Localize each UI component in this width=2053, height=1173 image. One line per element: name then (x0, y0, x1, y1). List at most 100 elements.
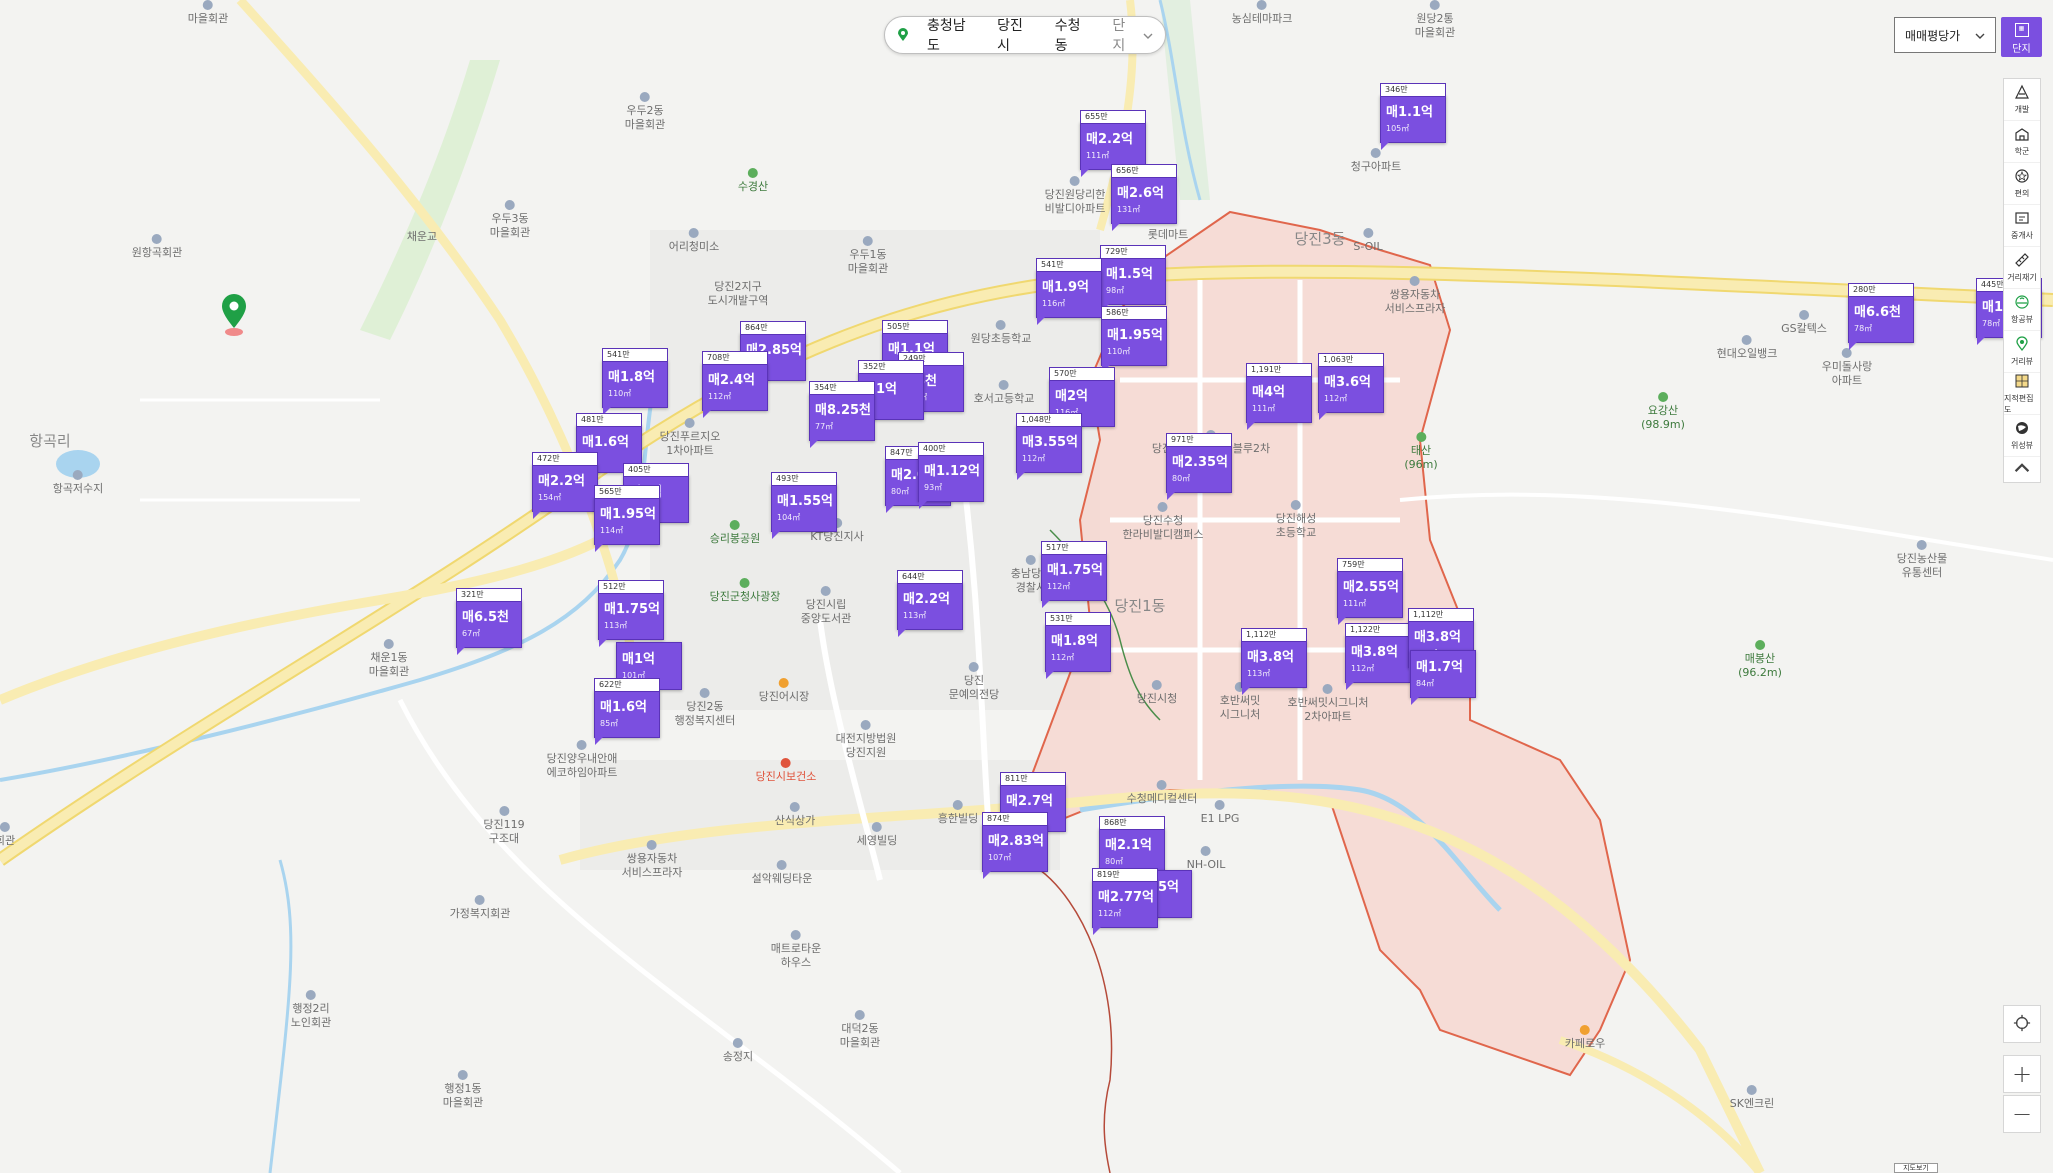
place-label[interactable]: 당진시청 (1137, 680, 1177, 706)
complex-price-marker[interactable]: 656만 매2.6억 131㎡ (1111, 164, 1177, 231)
place-label[interactable]: 당진어시장 (759, 678, 809, 704)
place-label[interactable]: 마을회관 (188, 0, 228, 26)
place-label[interactable]: 당진해성 초등학교 (1276, 500, 1316, 540)
place-label[interactable]: 당진 문예의전당 (949, 662, 999, 702)
place-label[interactable]: 호반써밋 시그니처 (1220, 682, 1260, 722)
place-label[interactable]: 설악웨딩타운 (752, 860, 812, 886)
tool-development[interactable]: 개발 (2004, 79, 2040, 121)
place-label[interactable]: 현대오일뱅크 (1717, 335, 1777, 361)
complex-price-marker[interactable]: 400만 매1.12억 93㎡ (918, 442, 984, 509)
place-label[interactable]: 행정1동 마을회관 (443, 1070, 483, 1110)
place-label[interactable]: 우두1동 마을회관 (848, 236, 888, 276)
place-label[interactable]: 당진시보건소 (756, 758, 816, 784)
complex-price-marker[interactable]: 729만 매1.5억 98㎡ (1100, 245, 1166, 312)
place-label[interactable]: 호서고등학교 (974, 380, 1034, 406)
place-label[interactable]: 당진2동 행정복지센터 (675, 688, 735, 728)
province-selector[interactable]: 충청남도 (927, 15, 977, 55)
place-label[interactable]: 쌍용자동차 서비스프라자 (622, 840, 682, 880)
zoom-in-button[interactable]: + (2003, 1055, 2041, 1093)
place-label[interactable]: E1 LPG (1201, 800, 1239, 826)
tool-aerial-view[interactable]: 항공뷰 (2004, 289, 2040, 331)
complex-price-marker[interactable]: 759만 매2.55억 111㎡ (1337, 558, 1403, 625)
place-label[interactable]: 채운교 (407, 230, 437, 244)
place-label[interactable]: 원당2통 마을회관 (1415, 0, 1455, 40)
place-label[interactable]: 당진양우내안애 에코하임아파트 (547, 740, 617, 780)
place-label[interactable]: 산식상가 (775, 802, 815, 828)
complex-price-marker[interactable]: 512만 매1.75억 113㎡ (598, 580, 664, 647)
complex-price-marker[interactable]: 매1.7억 84㎡ (1410, 650, 1476, 705)
complex-price-marker[interactable]: 971만 매2.35억 80㎡ (1166, 433, 1232, 500)
complex-price-marker[interactable]: 493만 매1.55억 104㎡ (771, 472, 837, 539)
complex-price-marker[interactable]: 622만 매1.6억 85㎡ (594, 678, 660, 745)
map-canvas[interactable]: 항곡리 당진3동 당진1동 마을회관 우두2동 마을회관 수경산 우두3동 마을회관 채운교… (0, 0, 2053, 1173)
complex-price-marker[interactable]: 819만 매2.77억 112㎡ (1092, 868, 1158, 935)
place-label[interactable]: 우두3동 마을회관 (490, 200, 530, 240)
place-label[interactable]: 대전지방법원 당진지원 (836, 720, 896, 760)
place-label[interactable]: 대덕2동 마을회관 (840, 1010, 880, 1050)
place-label[interactable]: 수청메디컬센터 (1127, 780, 1197, 806)
complex-price-marker[interactable]: 280만 매6.6천 78㎡ (1848, 283, 1914, 350)
complex-price-marker[interactable]: 354만 매8.25천 77㎡ (809, 381, 875, 448)
place-label[interactable]: 송정지 (723, 1038, 753, 1064)
danji-toggle-button[interactable]: ▦ 단지 (2001, 17, 2042, 57)
place-label[interactable]: 항곡저수지 (53, 470, 103, 496)
place-label[interactable]: 쌍용자동차 서비스프라자 (1385, 276, 1445, 316)
place-label[interactable]: S-OIL (1353, 228, 1383, 254)
place-label[interactable]: 롯데마트 (1148, 228, 1188, 242)
tool-ruler[interactable]: 거리재기 (2004, 247, 2040, 289)
place-label[interactable]: 세영빌딩 (857, 822, 897, 848)
place-label[interactable]: 당진119 구조대 (483, 806, 525, 846)
place-label[interactable]: 우미돌사랑 아파트 (1822, 348, 1872, 388)
place-label[interactable]: 요강산 (98.9m) (1641, 392, 1685, 432)
tool-satellite[interactable]: 위성뷰 (2004, 415, 2040, 457)
place-label[interactable]: 태산 (96m) (1404, 432, 1438, 472)
complex-price-marker[interactable]: 541만 매1.8억 110㎡ (602, 348, 668, 415)
price-type-dropdown[interactable]: 매매평당가 (1894, 17, 1996, 53)
locate-me-button[interactable] (2003, 1005, 2041, 1043)
place-label[interactable]: 당진시립 중앙도서관 (801, 586, 851, 626)
complex-price-marker[interactable]: 541만 매1.9억 116㎡ (1036, 258, 1102, 325)
zoom-out-button[interactable]: − (2003, 1095, 2041, 1133)
place-label[interactable]: 호반써밋시그니처 2차아파트 (1288, 684, 1368, 724)
complex-selector[interactable]: 단지 (1112, 15, 1153, 55)
place-label[interactable]: 매트로타운 하우스 (771, 930, 821, 970)
complex-price-marker[interactable]: 531만 매1.8억 112㎡ (1045, 612, 1111, 679)
place-label[interactable]: 수경산 (738, 168, 768, 194)
place-label[interactable]: 원당초등학교 (971, 320, 1031, 346)
complex-price-marker[interactable]: 565만 매1.95억 114㎡ (594, 485, 660, 552)
complex-price-marker[interactable]: 1,063만 매3.6억 112㎡ (1318, 353, 1384, 420)
place-label[interactable]: 당진푸르지오 1차아파트 (660, 418, 720, 458)
complex-price-marker[interactable]: 708만 매2.4억 112㎡ (702, 351, 768, 418)
place-label[interactable]: 흥한빌딩 (938, 800, 978, 826)
place-label[interactable]: 당진농산물 유통센터 (1897, 540, 1947, 580)
complex-price-marker[interactable]: 1,191만 매4억 111㎡ (1246, 363, 1312, 430)
complex-price-marker[interactable]: 586만 매1.95억 110㎡ (1101, 306, 1167, 373)
place-label[interactable]: 당진원당리한 비발디아파트 (1045, 176, 1105, 216)
place-label[interactable]: 승리봉공원 (710, 520, 760, 546)
place-label[interactable]: 가정복지회관 (450, 895, 510, 921)
map-mode-toggle[interactable]: 지도보기 (1894, 1163, 1938, 1173)
place-label[interactable]: 매봉산 (96.2m) (1738, 640, 1782, 680)
place-label[interactable]: 당진군청사광장 (710, 578, 780, 604)
place-label[interactable]: 회관 (0, 822, 15, 848)
complex-price-marker[interactable]: 346만 매1.1억 105㎡ (1380, 83, 1446, 150)
city-selector[interactable]: 당진시 (997, 15, 1035, 55)
tool-cadastral-map[interactable]: 지적편집도 (2004, 373, 2040, 415)
place-label[interactable]: 카페로우 (1565, 1025, 1605, 1051)
place-label[interactable]: 농심테마파크 (1232, 0, 1292, 26)
complex-price-marker[interactable]: 517만 매1.75억 112㎡ (1041, 541, 1107, 608)
place-label[interactable]: NH-OIL (1187, 846, 1225, 872)
dong-selector[interactable]: 수청동 (1055, 15, 1093, 55)
tool-street-view[interactable]: 거리뷰 (2004, 331, 2040, 373)
complex-price-marker[interactable]: 874만 매2.83억 107㎡ (982, 812, 1048, 879)
place-label[interactable]: 어리청미소 (669, 228, 719, 254)
place-label[interactable]: 청구아파트 (1351, 148, 1401, 174)
complex-price-marker[interactable]: 472만 매2.2억 154㎡ (532, 452, 598, 519)
complex-price-marker[interactable]: 1,048만 매3.55억 112㎡ (1016, 413, 1082, 480)
complex-price-marker[interactable]: 1,122만 매3.8억 112㎡ (1345, 623, 1411, 690)
complex-price-marker[interactable]: 321만 매6.5천 67㎡ (456, 588, 522, 655)
place-label[interactable]: 당진2지구 도시개발구역 (708, 280, 769, 308)
complex-price-marker[interactable]: 655만 매2.2억 111㎡ (1080, 110, 1146, 177)
place-label[interactable]: SK엔크린 (1730, 1085, 1774, 1111)
tool-convenience[interactable]: 편의 (2004, 163, 2040, 205)
